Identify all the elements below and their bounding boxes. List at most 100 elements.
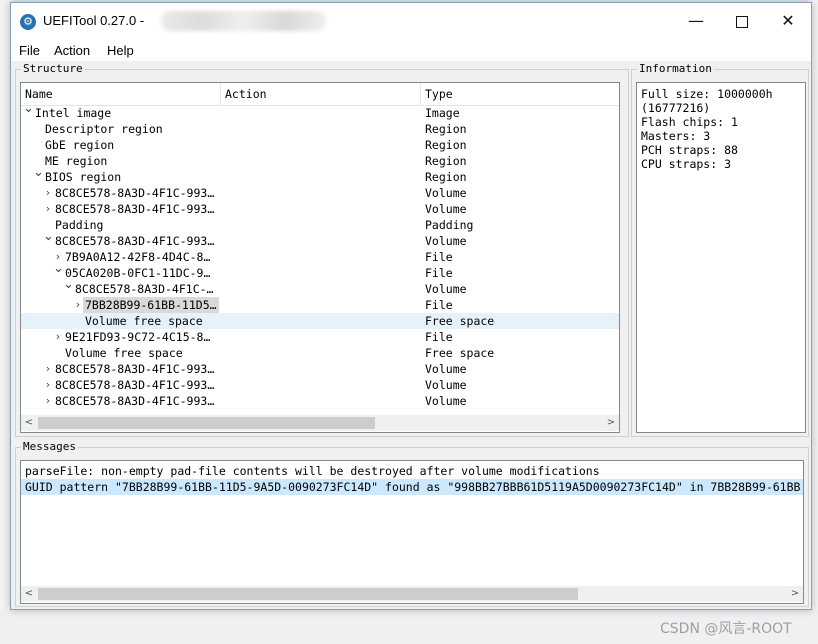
tree-row-name: Volume free space [85, 314, 203, 328]
tree-row-type: Region [425, 138, 467, 152]
tree-row-type: Region [425, 170, 467, 184]
scroll-right-icon[interactable]: > [603, 415, 619, 431]
collapsed-chevron-icon[interactable]: › [43, 185, 53, 201]
tree-row-type: Padding [425, 218, 474, 232]
messages-scroll-thumb[interactable] [38, 588, 578, 600]
tree-row[interactable]: Padding Padding [21, 217, 619, 233]
column-name-header[interactable]: Name [21, 83, 221, 105]
maximize-icon [736, 15, 748, 28]
scroll-left-icon[interactable]: < [21, 586, 37, 602]
window-title: UEFITool 0.27.0 - [43, 13, 145, 28]
menu-bar: File Action Help [11, 39, 811, 61]
tree-row-type: Volume [425, 362, 467, 376]
information-group: Information Full size: 1000000h (1677721… [631, 62, 809, 437]
tree-row-name: 8C8CE578-8A3D-4F1C-993… [55, 186, 215, 200]
tree-row-type: Volume [425, 186, 467, 200]
message-line-selected[interactable]: GUID pattern "7BB28B99-61BB-11D5-9A5D-00… [21, 479, 803, 495]
structure-tree[interactable]: Name Action Type ⌄ Intel image Image Descri… [20, 82, 620, 433]
tree-row[interactable]: ⌄ Intel image Image [21, 101, 619, 121]
tree-row-name: ME region [45, 154, 108, 168]
tree-row-type: Volume [425, 378, 467, 392]
column-type-header[interactable]: Type [421, 83, 601, 105]
collapsed-chevron-icon[interactable]: › [43, 201, 53, 217]
tree-row[interactable]: ⌄ 8C8CE578-8A3D-4F1C-993… Volume [21, 229, 619, 249]
structure-label: Structure [21, 62, 85, 75]
collapsed-chevron-icon[interactable]: › [43, 377, 53, 393]
tree-row[interactable]: › 7B9A0A12-42F8-4D4C-8… File [21, 249, 619, 265]
tree-scroll-thumb[interactable] [38, 417, 375, 429]
tree-row[interactable]: ⌄ 05CA020B-0FC1-11DC-9… File [21, 261, 619, 281]
tree-row[interactable]: › 9E21FD93-9C72-4C15-8… File [21, 329, 619, 345]
tree-row-type: Volume [425, 234, 467, 248]
tree-row-type: Volume [425, 202, 467, 216]
messages-horizontal-scrollbar[interactable]: < > [21, 586, 803, 602]
tree-row[interactable]: › 8C8CE578-8A3D-4F1C-993… Volume [21, 185, 619, 201]
csdn-watermark: CSDN @风言-ROOT [660, 621, 792, 637]
tree-row-type: Region [425, 154, 467, 168]
tree-row[interactable]: › 7BB28B99-61BB-11D5… File [21, 297, 619, 313]
menu-action[interactable]: Action [54, 43, 90, 58]
maximize-button[interactable] [719, 3, 765, 39]
tree-row[interactable]: Descriptor region Region [21, 121, 619, 137]
messages-label: Messages [21, 440, 78, 453]
collapsed-chevron-icon[interactable]: › [53, 329, 63, 345]
tree-row[interactable]: › 8C8CE578-8A3D-4F1C-993… Volume [21, 201, 619, 217]
tree-row[interactable]: ME region Region [21, 153, 619, 169]
menu-file[interactable]: File [19, 43, 40, 58]
tree-row-type: File [425, 266, 453, 280]
expanded-chevron-icon[interactable]: ⌄ [33, 165, 44, 181]
information-text: Full size: 1000000h (16777216) Flash chi… [641, 87, 773, 171]
information-panel[interactable]: Full size: 1000000h (16777216) Flash chi… [636, 82, 806, 433]
collapsed-chevron-icon[interactable]: › [73, 297, 83, 313]
tree-row[interactable]: › 8C8CE578-8A3D-4F1C-993… Volume [21, 361, 619, 377]
scroll-right-icon[interactable]: > [787, 586, 803, 602]
tree-horizontal-scrollbar[interactable]: < > [21, 415, 619, 431]
minimize-button[interactable]: — [673, 3, 719, 39]
expanded-chevron-icon[interactable]: ⌄ [63, 277, 74, 293]
tree-row-type: Free space [425, 314, 495, 328]
tree-row-name: 7BB28B99-61BB-11D5… [83, 297, 219, 313]
close-button[interactable]: ✕ [765, 3, 811, 39]
messages-list[interactable]: parseFile: non-empty pad-file contents w… [20, 460, 804, 604]
tree-row[interactable]: › 8C8CE578-8A3D-4F1C-993… Volume [21, 393, 619, 409]
tree-row[interactable]: Volume free space Free space [21, 313, 619, 329]
title-bar[interactable]: ⚙ UEFITool 0.27.0 - — ✕ [11, 3, 811, 39]
tree-body: ⌄ Intel image Image Descriptor region Region… [21, 101, 619, 409]
expanded-chevron-icon[interactable]: ⌄ [23, 101, 34, 117]
scroll-left-icon[interactable]: < [21, 415, 37, 431]
tree-row-type: Image [425, 106, 460, 120]
tree-row-name: 8C8CE578-8A3D-4F1C-… [75, 282, 214, 296]
uefitool-window: ⚙ UEFITool 0.27.0 - — ✕ File Action Help… [10, 2, 812, 610]
redacted-title-filename [161, 11, 326, 31]
tree-row[interactable]: › 8C8CE578-8A3D-4F1C-993… Volume [21, 377, 619, 393]
tree-row[interactable]: Volume free space Free space [21, 345, 619, 361]
tree-row-name: 05CA020B-0FC1-11DC-9… [65, 266, 211, 280]
tree-row-name: Descriptor region [45, 122, 163, 136]
tree-row-name: Intel image [35, 106, 112, 120]
information-label: Information [637, 62, 714, 75]
uefitool-app-icon: ⚙ [20, 14, 36, 30]
messages-group: Messages parseFile: non-empty pad-file c… [15, 440, 809, 607]
tree-row-type: File [425, 330, 453, 344]
tree-row-name: Volume free space [65, 346, 183, 360]
tree-row-type: Free space [425, 346, 495, 360]
collapsed-chevron-icon[interactable]: › [43, 393, 53, 409]
tree-row-name: GbE region [45, 138, 115, 152]
menu-help[interactable]: Help [107, 43, 134, 58]
tree-row-name: 8C8CE578-8A3D-4F1C-993… [55, 378, 215, 392]
tree-row[interactable]: ⌄ BIOS region Region [21, 165, 619, 185]
tree-row-name: 8C8CE578-8A3D-4F1C-993… [55, 394, 215, 408]
tree-row-type: Volume [425, 282, 467, 296]
tree-row-type: File [425, 250, 453, 264]
collapsed-chevron-icon[interactable]: › [43, 361, 53, 377]
tree-row-type: File [425, 298, 453, 312]
expanded-chevron-icon[interactable]: ⌄ [43, 229, 54, 245]
tree-header: Name Action Type [21, 83, 619, 106]
tree-row[interactable]: ⌄ 8C8CE578-8A3D-4F1C-… Volume [21, 277, 619, 297]
tree-row-name: BIOS region [45, 170, 122, 184]
tree-row[interactable]: GbE region Region [21, 137, 619, 153]
tree-row-type: Volume [425, 394, 467, 408]
column-action-header[interactable]: Action [221, 83, 421, 105]
expanded-chevron-icon[interactable]: ⌄ [53, 261, 64, 277]
message-line[interactable]: parseFile: non-empty pad-file contents w… [25, 463, 600, 479]
